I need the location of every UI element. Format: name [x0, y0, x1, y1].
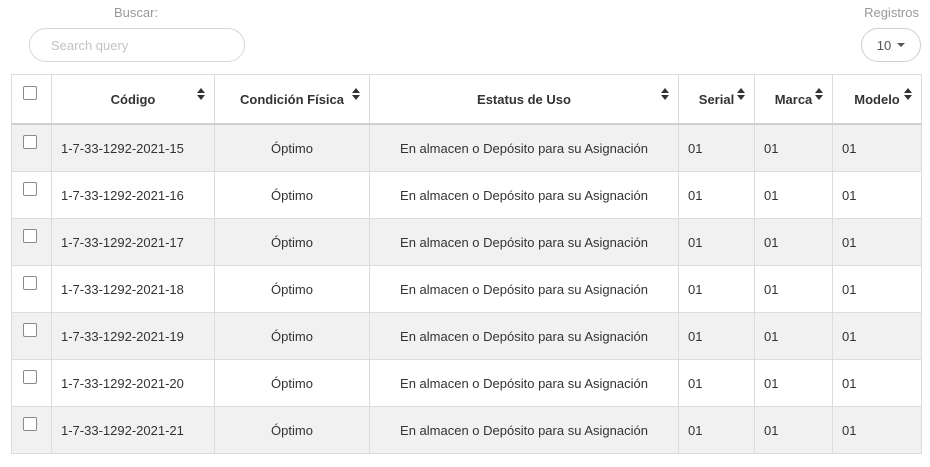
row-checkbox[interactable]: [23, 417, 37, 431]
row-select-cell: [11, 406, 52, 454]
cell-estatus-de-uso: En almacen o Depósito para su Asignación: [369, 312, 679, 360]
row-select-cell: [11, 171, 52, 219]
cell-codigo: 1-7-33-1292-2021-17: [51, 218, 215, 266]
column-header-codigo[interactable]: Código: [51, 74, 215, 125]
row-checkbox[interactable]: [23, 323, 37, 337]
cell-marca: 01: [754, 218, 833, 266]
column-header-marca[interactable]: Marca: [754, 74, 833, 125]
select-all-cell: [11, 74, 52, 125]
table-header-row: Código Condición Física Estatus de Uso S…: [11, 74, 922, 125]
search-label: Buscar:: [114, 5, 159, 20]
cell-condicion-fisica: Óptimo: [214, 359, 370, 407]
cell-modelo: 01: [832, 218, 922, 266]
cell-serial: 01: [678, 123, 755, 172]
sort-icon: [737, 88, 745, 100]
cell-estatus-de-uso: En almacen o Depósito para su Asignación: [369, 265, 679, 313]
row-checkbox[interactable]: [23, 229, 37, 243]
table-row: 1-7-33-1292-2021-18 Óptimo En almacen o …: [11, 265, 922, 313]
cell-serial: 01: [678, 218, 755, 266]
row-select-cell: [11, 218, 52, 266]
cell-marca: 01: [754, 171, 833, 219]
sort-icon: [352, 88, 360, 100]
table-row: 1-7-33-1292-2021-21 Óptimo En almacen o …: [11, 406, 922, 454]
cell-serial: 01: [678, 265, 755, 313]
table-row: 1-7-33-1292-2021-16 Óptimo En almacen o …: [11, 171, 922, 219]
cell-serial: 01: [678, 359, 755, 407]
table-row: 1-7-33-1292-2021-15 Óptimo En almacen o …: [11, 123, 922, 172]
column-header-condicion-fisica[interactable]: Condición Física: [214, 74, 370, 125]
cell-marca: 01: [754, 406, 833, 454]
cell-modelo: 01: [832, 359, 922, 407]
column-header-label: Código: [110, 91, 156, 107]
cell-codigo: 1-7-33-1292-2021-21: [51, 406, 215, 454]
records-per-page-value: 10: [876, 37, 892, 53]
row-select-cell: [11, 265, 52, 313]
row-select-cell: [11, 359, 52, 407]
cell-codigo: 1-7-33-1292-2021-19: [51, 312, 215, 360]
sort-icon: [197, 88, 205, 100]
records-per-page-select[interactable]: 10: [861, 28, 921, 62]
cell-marca: 01: [754, 123, 833, 172]
row-checkbox[interactable]: [23, 182, 37, 196]
cell-serial: 01: [678, 406, 755, 454]
cell-modelo: 01: [832, 265, 922, 313]
sort-icon: [815, 88, 823, 100]
row-checkbox[interactable]: [23, 135, 37, 149]
column-header-label: Estatus de Uso: [477, 91, 571, 107]
cell-serial: 01: [678, 312, 755, 360]
data-table: Código Condición Física Estatus de Uso S…: [11, 74, 922, 454]
row-checkbox[interactable]: [23, 276, 37, 290]
cell-estatus-de-uso: En almacen o Depósito para su Asignación: [369, 218, 679, 266]
cell-marca: 01: [754, 359, 833, 407]
cell-marca: 01: [754, 265, 833, 313]
sort-icon: [904, 88, 912, 100]
cell-modelo: 01: [832, 312, 922, 360]
cell-condicion-fisica: Óptimo: [214, 218, 370, 266]
column-header-label: Condición Física: [239, 91, 344, 107]
cell-codigo: 1-7-33-1292-2021-16: [51, 171, 215, 219]
column-header-estatus-de-uso[interactable]: Estatus de Uso: [369, 74, 679, 125]
cell-condicion-fisica: Óptimo: [214, 406, 370, 454]
row-select-cell: [11, 312, 52, 360]
chevron-down-icon: [897, 42, 906, 47]
select-all-checkbox[interactable]: [23, 86, 37, 100]
cell-codigo: 1-7-33-1292-2021-15: [51, 123, 215, 172]
cell-condicion-fisica: Óptimo: [214, 312, 370, 360]
search-input[interactable]: [29, 28, 245, 62]
cell-codigo: 1-7-33-1292-2021-18: [51, 265, 215, 313]
cell-codigo: 1-7-33-1292-2021-20: [51, 359, 215, 407]
row-checkbox[interactable]: [23, 370, 37, 384]
cell-estatus-de-uso: En almacen o Depósito para su Asignación: [369, 406, 679, 454]
cell-modelo: 01: [832, 123, 922, 172]
records-label: Registros: [864, 5, 919, 20]
column-header-modelo[interactable]: Modelo: [832, 74, 922, 125]
cell-condicion-fisica: Óptimo: [214, 265, 370, 313]
column-header-serial[interactable]: Serial: [678, 74, 755, 125]
table-row: 1-7-33-1292-2021-20 Óptimo En almacen o …: [11, 359, 922, 407]
cell-estatus-de-uso: En almacen o Depósito para su Asignación: [369, 171, 679, 219]
cell-marca: 01: [754, 312, 833, 360]
cell-modelo: 01: [832, 406, 922, 454]
cell-condicion-fisica: Óptimo: [214, 171, 370, 219]
cell-modelo: 01: [832, 171, 922, 219]
sort-icon: [661, 88, 669, 100]
table-row: 1-7-33-1292-2021-17 Óptimo En almacen o …: [11, 218, 922, 266]
cell-condicion-fisica: Óptimo: [214, 123, 370, 172]
row-select-cell: [11, 123, 52, 172]
cell-estatus-de-uso: En almacen o Depósito para su Asignación: [369, 123, 679, 172]
cell-estatus-de-uso: En almacen o Depósito para su Asignación: [369, 359, 679, 407]
table-row: 1-7-33-1292-2021-19 Óptimo En almacen o …: [11, 312, 922, 360]
cell-serial: 01: [678, 171, 755, 219]
